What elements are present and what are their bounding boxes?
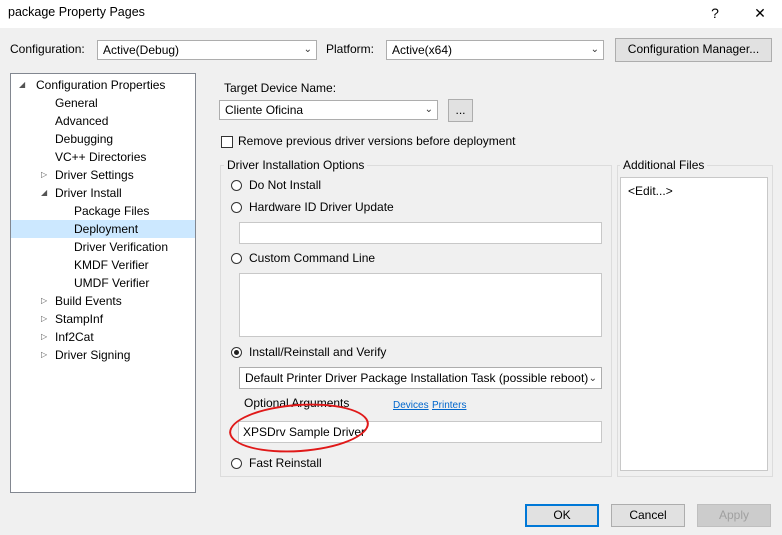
chevron-down-icon: ⌄ (590, 44, 599, 55)
hardware-id-input[interactable] (239, 222, 602, 244)
collapsed-arrow-icon: ▷ (41, 314, 48, 323)
platform-label: Platform: (326, 42, 375, 56)
remove-previous-label: Remove previous driver versions before d… (238, 134, 516, 148)
install-task-value: Default Printer Driver Package Installat… (245, 371, 589, 385)
devices-link[interactable]: Devices (393, 400, 429, 411)
expanded-arrow-icon: ◢ (41, 188, 48, 197)
tree-item-label: Driver Signing (55, 348, 131, 362)
tree-item-deployment[interactable]: Deployment (11, 220, 195, 238)
cancel-button[interactable]: Cancel (611, 504, 685, 527)
fast-reinstall-label: Fast Reinstall (249, 456, 322, 470)
target-device-select[interactable]: Cliente Oficina ⌄ (219, 100, 438, 120)
fast-reinstall-radio[interactable] (231, 458, 242, 469)
hardware-id-update-radio[interactable] (231, 202, 242, 213)
hardware-id-update-label: Hardware ID Driver Update (249, 200, 394, 214)
remove-previous-checkbox[interactable] (221, 136, 233, 148)
tree-item-vc-directories[interactable]: VC++ Directories (55, 148, 146, 166)
tree-item-build-events[interactable]: ▷ Build Events (11, 292, 195, 310)
window-title: package Property Pages (8, 5, 145, 19)
do-not-install-radio[interactable] (231, 180, 242, 191)
install-task-select[interactable]: Default Printer Driver Package Installat… (239, 367, 602, 389)
chevron-down-icon: ⌄ (303, 44, 312, 55)
target-device-label: Target Device Name: (224, 81, 337, 95)
tree-item-general[interactable]: General (55, 94, 98, 112)
target-device-value: Cliente Oficina (225, 103, 304, 117)
tree-item-driver-verification[interactable]: Driver Verification (74, 238, 168, 256)
custom-command-input[interactable] (239, 273, 602, 337)
collapsed-arrow-icon: ▷ (41, 350, 48, 359)
printers-link[interactable]: Printers (432, 400, 466, 411)
chevron-down-icon: ⌄ (424, 104, 433, 115)
install-reinstall-radio[interactable] (231, 347, 242, 358)
tree-item-label: Inf2Cat (55, 330, 94, 344)
help-button[interactable]: ? (700, 3, 730, 23)
do-not-install-label: Do Not Install (249, 178, 322, 192)
tree-item-driver-signing[interactable]: ▷ Driver Signing (11, 346, 195, 364)
tree-item-label: Deployment (74, 222, 139, 236)
additional-files-title: Additional Files (620, 158, 708, 172)
additional-files-list[interactable]: <Edit...> (620, 177, 768, 471)
tree-item-label: Driver Settings (55, 168, 134, 182)
tree-item-driver-install[interactable]: ◢ Driver Install (11, 184, 195, 202)
collapsed-arrow-icon: ▷ (41, 296, 48, 305)
tree-item-stampinf[interactable]: ▷ StampInf (11, 310, 195, 328)
expanded-arrow-icon: ◢ (19, 80, 26, 89)
property-tree[interactable]: ◢ Configuration Properties General Advan… (10, 73, 196, 493)
configuration-select[interactable]: Active(Debug) ⌄ (97, 40, 317, 60)
tree-item-kmdf-verifier[interactable]: KMDF Verifier (74, 256, 149, 274)
configuration-manager-button[interactable]: Configuration Manager... (615, 38, 772, 62)
tree-item-advanced[interactable]: Advanced (55, 112, 108, 130)
driver-installation-title: Driver Installation Options (224, 158, 368, 172)
tree-item-inf2cat[interactable]: ▷ Inf2Cat (11, 328, 195, 346)
tree-item-label: Build Events (55, 294, 122, 308)
chevron-down-icon: ⌄ (588, 373, 597, 384)
tree-item-package-files[interactable]: Package Files (74, 202, 149, 220)
platform-value: Active(x64) (392, 43, 453, 57)
configuration-label: Configuration: (10, 42, 85, 56)
collapsed-arrow-icon: ▷ (41, 170, 48, 179)
tree-item-umdf-verifier[interactable]: UMDF Verifier (74, 274, 149, 292)
tree-root[interactable]: ◢ Configuration Properties (11, 76, 195, 94)
tree-root-label: Configuration Properties (36, 78, 166, 92)
additional-files-edit[interactable]: <Edit...> (628, 184, 673, 198)
tree-item-driver-settings[interactable]: ▷ Driver Settings (11, 166, 195, 184)
tree-item-label: Driver Install (55, 186, 122, 200)
close-button[interactable]: ✕ (745, 3, 775, 23)
tree-item-label: StampInf (55, 312, 104, 326)
custom-command-radio[interactable] (231, 253, 242, 264)
configuration-value: Active(Debug) (103, 43, 180, 57)
platform-select[interactable]: Active(x64) ⌄ (386, 40, 604, 60)
ok-button[interactable]: OK (525, 504, 599, 527)
collapsed-arrow-icon: ▷ (41, 332, 48, 341)
tree-item-debugging[interactable]: Debugging (55, 130, 113, 148)
install-reinstall-label: Install/Reinstall and Verify (249, 345, 387, 359)
browse-device-button[interactable]: ... (448, 99, 473, 122)
title-bar: package Property Pages ? ✕ (0, 0, 782, 28)
custom-command-label: Custom Command Line (249, 251, 376, 265)
apply-button[interactable]: Apply (697, 504, 771, 527)
